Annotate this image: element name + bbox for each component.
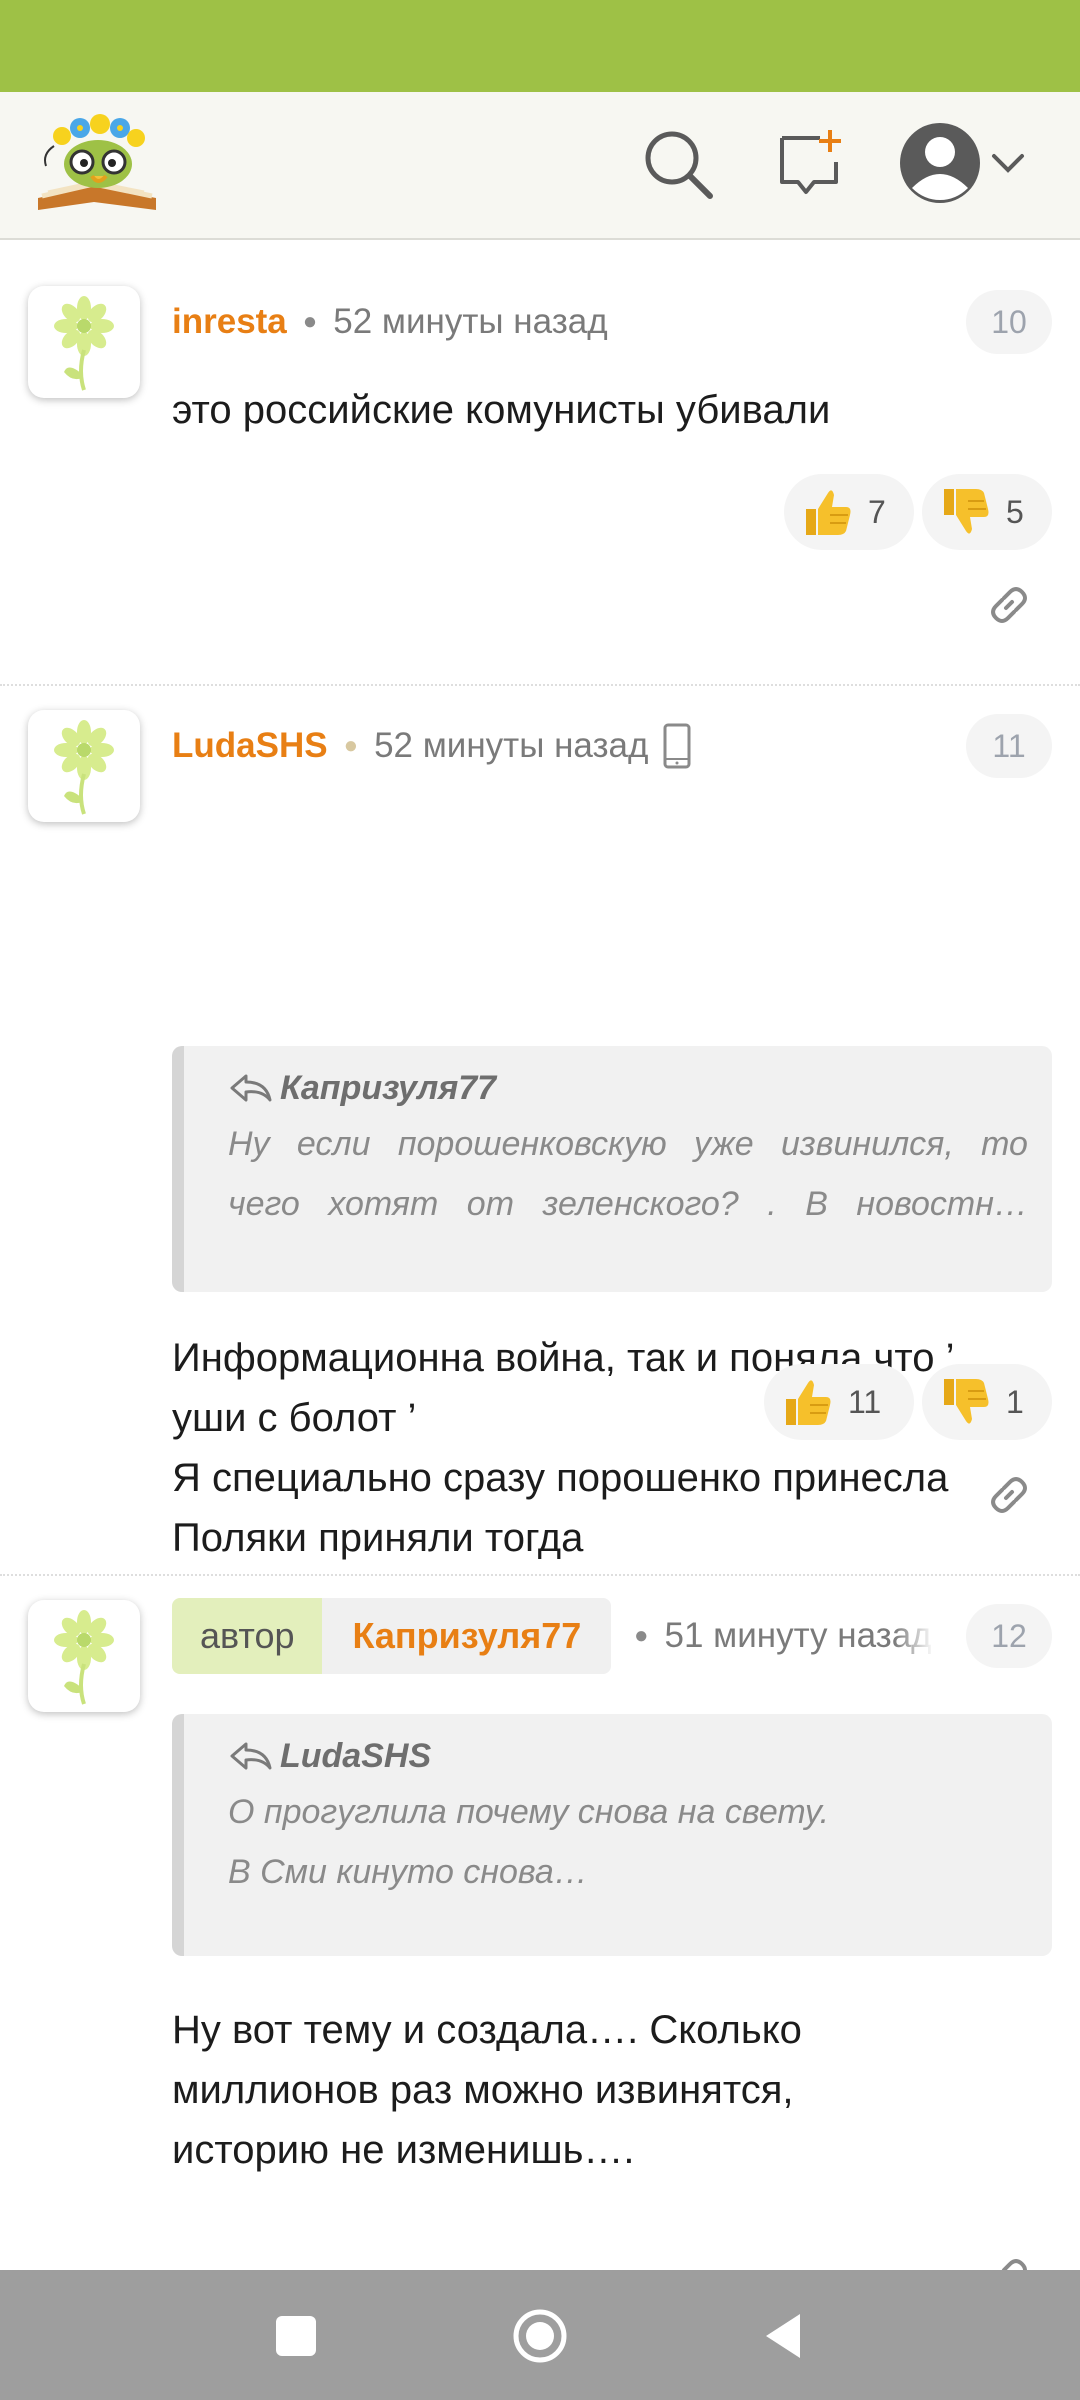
comment-meta: LudaSHS ● 52 минуты назад [172, 721, 692, 771]
dislike-count: 5 [1006, 493, 1024, 530]
avatar[interactable] [28, 1600, 140, 1712]
comment-item: автор Капризуля77 ● 51 минуту назад 12 L… [0, 1576, 1080, 2270]
comment-time: 51 минуту назад [664, 1616, 932, 1655]
comment-number-badge[interactable]: 11 [966, 714, 1052, 778]
comment-text: это российские комунисты убивали [172, 388, 831, 432]
quote-word: хотят [328, 1185, 439, 1223]
like-count: 7 [868, 493, 886, 530]
search-icon[interactable] [640, 126, 716, 202]
site-logo[interactable] [32, 106, 162, 216]
comments-feed[interactable]: inresta ● 52 минуты назад 10 это российс… [0, 240, 1080, 2270]
thumbs-up-icon [786, 1380, 831, 1425]
like-button[interactable]: 11 [764, 1364, 914, 1440]
like-count: 11 [848, 1383, 882, 1420]
quote-line: В Сми кинуто снова… [228, 1853, 588, 1891]
comment-text-line: Ну вот тему и создала…. Сколько [172, 2008, 802, 2052]
thumbs-down-icon [944, 489, 989, 534]
separator-dot: ● [634, 1622, 649, 1649]
quote-word: если [296, 1125, 371, 1163]
flower-icon [54, 296, 114, 391]
dislike-button[interactable]: 5 [922, 474, 1052, 550]
quoted-comment[interactable]: LudaSHS О прогуглила почему снова на све… [172, 1714, 1052, 1956]
comment-text-line: Поляки приняли тогда [172, 1516, 584, 1560]
quote-word: от [466, 1185, 515, 1223]
comment-username[interactable]: Капризуля77 [322, 1598, 612, 1674]
author-tag: автор Капризуля77 [172, 1598, 612, 1674]
comment-text: Ну вот тему и создала…. Сколько миллионо… [172, 2000, 1052, 2180]
comment-username[interactable]: inresta [172, 302, 287, 342]
comment-text-line: историю не изменишь…. [172, 2128, 635, 2172]
app-header [0, 92, 1080, 240]
quote-line: чего хотят от зеленского? . В новостн… [228, 1174, 1028, 1234]
link-icon[interactable] [984, 1470, 1034, 1520]
separator-dot: ● [343, 732, 359, 759]
comment-time: 52 минуты назад [333, 302, 608, 341]
quote-word: Ну [228, 1125, 270, 1163]
user-menu-button[interactable] [896, 120, 1032, 206]
quote-author-row: Капризуля77 [228, 1068, 1052, 1108]
avatar[interactable] [28, 286, 140, 398]
comment-item: LudaSHS ● 52 минуты назад 11 Капризуля77… [0, 686, 1080, 1576]
mobile-device-icon [663, 723, 691, 769]
quote-word: В [805, 1185, 828, 1223]
quote-author[interactable]: LudaSHS [280, 1737, 431, 1776]
quote-word: то [981, 1125, 1028, 1163]
quote-word: зеленского? [542, 1185, 739, 1223]
back-icon[interactable] [752, 2304, 816, 2368]
quote-word: новостн… [856, 1185, 1028, 1223]
quote-author-row: LudaSHS [228, 1736, 1052, 1776]
comment-text-line: уши с болот ’ [172, 1396, 417, 1440]
separator-dot: ● [302, 308, 318, 335]
link-icon[interactable] [984, 580, 1034, 630]
home-icon[interactable] [508, 2304, 572, 2368]
thumbs-up-icon [806, 490, 851, 535]
comment-item: inresta ● 52 минуты назад 10 это российс… [0, 240, 1080, 684]
quote-word: порошенковскую [397, 1125, 667, 1163]
flower-icon [54, 1610, 114, 1705]
reply-arrow-icon [230, 1074, 272, 1102]
quote-word: чего [228, 1185, 300, 1223]
chevron-down-icon [992, 154, 1024, 173]
quote-author[interactable]: Капризуля77 [280, 1069, 496, 1108]
comment-text-line: миллионов раз можно извинятся, [172, 2068, 794, 2112]
avatar[interactable] [28, 710, 140, 822]
comment-text: Информационна война, так и поняла что ’ … [172, 1328, 1052, 1568]
quote-line: Ну если порошенковскую уже извинился, то [228, 1114, 1028, 1174]
like-button[interactable]: 7 [784, 474, 914, 550]
quote-line: О прогуглила почему снова на свету. [228, 1793, 830, 1831]
author-label: автор [172, 1598, 323, 1674]
quote-word: . [767, 1185, 777, 1223]
quote-word: извинился, [781, 1125, 954, 1163]
thumbs-down-icon [944, 1379, 989, 1424]
comment-time: 52 минуты назад [374, 726, 649, 765]
new-message-icon[interactable] [772, 126, 848, 202]
comment-username[interactable]: LudaSHS [172, 726, 328, 766]
reply-arrow-icon [230, 1742, 272, 1770]
system-nav-bar [0, 2270, 1080, 2400]
user-avatar-icon [900, 123, 980, 203]
dislike-button[interactable]: 1 [922, 1364, 1052, 1440]
quoted-comment[interactable]: Капризуля77 Ну если порошенковскую уже и… [172, 1046, 1052, 1292]
comment-number-badge[interactable]: 12 [966, 1604, 1052, 1668]
comment-number-badge[interactable]: 10 [966, 290, 1052, 354]
recent-apps-icon[interactable] [264, 2304, 328, 2368]
comment-meta: ● 51 минуту назад [634, 1598, 934, 1674]
comment-text-line: Информационна война, так и поняла что ’ [172, 1336, 955, 1380]
comment-text-line: Я специально сразу порошенко принесла [172, 1456, 949, 1500]
link-icon[interactable] [984, 2252, 1034, 2270]
flower-icon [54, 720, 114, 815]
status-bar [0, 0, 1080, 92]
quote-word: уже [694, 1125, 754, 1163]
dislike-count: 1 [1006, 1383, 1024, 1420]
comment-meta: inresta ● 52 минуты назад [172, 297, 608, 347]
